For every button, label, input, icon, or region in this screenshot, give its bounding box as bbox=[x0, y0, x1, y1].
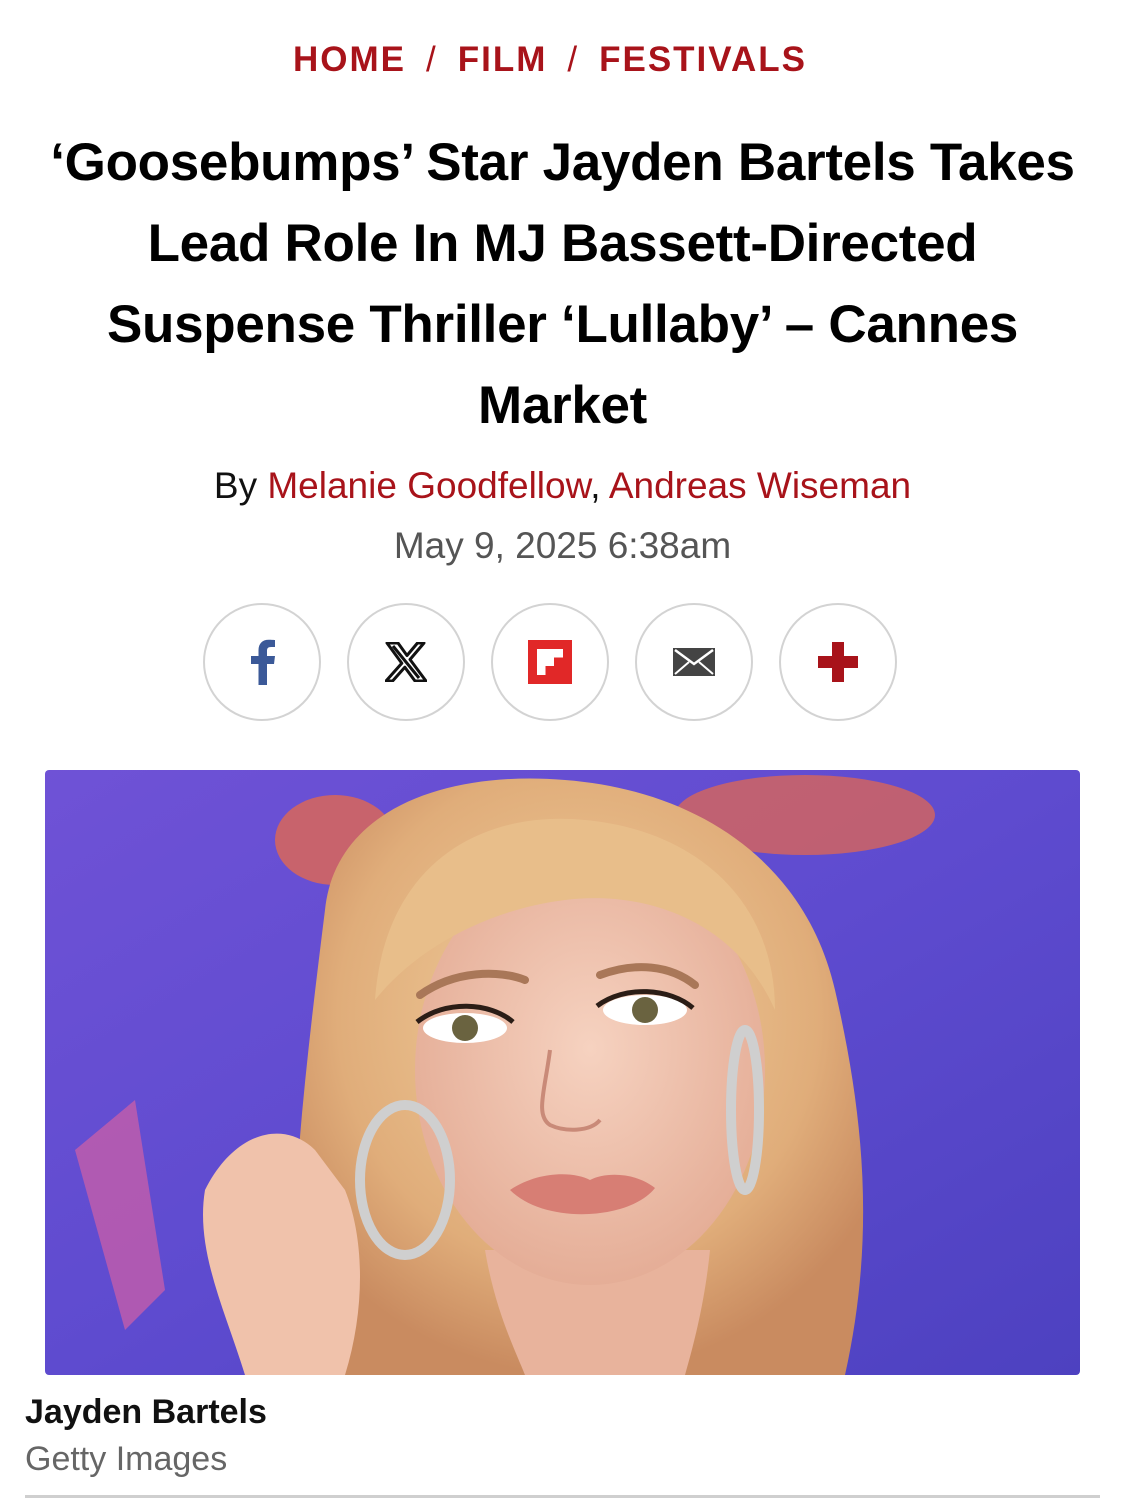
breadcrumb-separator: / bbox=[567, 40, 580, 79]
image-credit: Getty Images bbox=[25, 1440, 228, 1478]
share-facebook-button[interactable] bbox=[203, 603, 321, 721]
article-hero-photo bbox=[45, 770, 1080, 1375]
share-flipboard-button[interactable] bbox=[491, 603, 609, 721]
divider bbox=[25, 1495, 1100, 1498]
share-more-button[interactable] bbox=[779, 603, 897, 721]
email-icon bbox=[673, 648, 715, 676]
breadcrumb: HOME / FILM / FESTIVALS bbox=[0, 40, 1100, 80]
portrait-photo bbox=[45, 770, 1080, 1375]
byline: By Melanie Goodfellow, Andreas Wiseman bbox=[0, 465, 1125, 507]
breadcrumb-home[interactable]: HOME bbox=[293, 40, 406, 79]
breadcrumb-festivals[interactable]: FESTIVALS bbox=[599, 40, 807, 79]
breadcrumb-separator: / bbox=[425, 40, 438, 79]
plus-icon bbox=[818, 642, 858, 682]
image-caption: Jayden Bartels bbox=[25, 1393, 267, 1431]
article-headline: ‘Goosebumps’ Star Jayden Bartels Takes L… bbox=[50, 133, 1075, 435]
breadcrumb-film[interactable]: FILM bbox=[458, 40, 548, 79]
x-icon bbox=[385, 642, 427, 682]
facebook-icon bbox=[251, 639, 275, 685]
byline-prefix: By bbox=[213, 465, 258, 506]
author-link-wiseman[interactable]: Andreas Wiseman bbox=[609, 465, 911, 506]
share-email-button[interactable] bbox=[635, 603, 753, 721]
author-link-goodfellow[interactable]: Melanie Goodfellow bbox=[267, 465, 590, 506]
share-x-button[interactable] bbox=[347, 603, 465, 721]
publish-date: May 9, 2025 6:38am bbox=[393, 525, 732, 566]
share-bar bbox=[203, 603, 897, 721]
flipboard-icon bbox=[528, 640, 572, 684]
author-separator: , bbox=[590, 465, 601, 506]
